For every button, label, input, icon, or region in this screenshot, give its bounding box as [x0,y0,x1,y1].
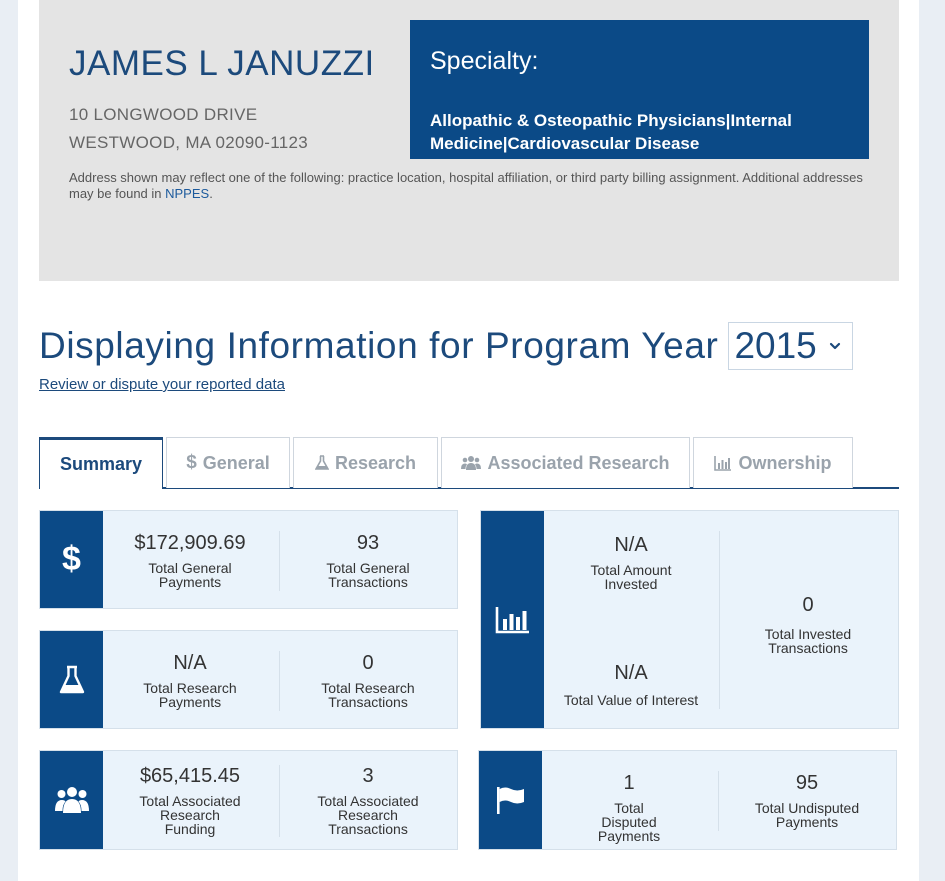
tab-general-label: General [202,452,270,473]
total-research-transactions-value: 0 [362,652,374,674]
total-research-payments: N/A Total Research Payments [120,651,260,709]
tab-research[interactable]: Research [293,437,438,488]
total-invested-transactions-label: Total Invested Transactions [764,626,852,656]
research-icon-column [40,631,103,728]
total-associated-research-transactions: 3 Total Associated Research Transactions [298,764,438,836]
tab-associated-research[interactable]: Associated Research [441,437,690,488]
total-amount-invested: N/A Total Amount Invested [561,533,701,591]
divider [279,531,280,591]
specialty-text: Allopathic & Osteopathic Physicians|Inte… [430,111,792,153]
review-dispute-link[interactable]: Review or dispute your reported data [39,376,285,393]
tab-ownership[interactable]: Ownership [693,437,853,488]
bar-chart-icon [714,455,732,471]
total-undisputed-payments: 95 Total Undisputed Payments [737,771,877,829]
total-general-payments-label: Total General Payments [148,560,232,590]
total-value-of-interest-value: N/A [614,662,648,684]
general-payments-card: $ $172,909.69 Total General Payments 93 … [39,510,458,609]
total-general-payments: $172,909.69 Total General Payments [120,531,260,589]
total-invested-transactions-value: 0 [802,594,814,616]
total-general-transactions-label: Total General Transactions [326,560,410,590]
tab-general[interactable]: $ General [166,437,290,488]
total-general-transactions: 93 Total General Transactions [298,531,438,589]
specialty-box: Specialty: Allopathic & Osteopathic Phys… [410,20,869,159]
program-year-value: 2015 [734,325,817,366]
research-payments-card: N/A Total Research Payments 0 Total Rese… [39,630,458,729]
total-disputed-payments: 1 Total Disputed Payments [559,771,699,843]
total-invested-transactions: 0 Total Invested Transactions [738,593,878,655]
divider [279,765,280,837]
program-year-select[interactable]: 2015 [728,322,854,370]
address-line-1: 10 LONGWOOD DRIVE [69,105,258,124]
tab-bar: Summary $ General Research Associated Re… [39,437,899,489]
total-research-payments-value: N/A [173,652,207,674]
total-amount-invested-value: N/A [614,534,648,556]
tab-ownership-label: Ownership [738,452,832,473]
total-undisputed-payments-label: Total Undisputed Payments [754,800,860,830]
flask-icon [314,455,329,471]
total-undisputed-payments-value: 95 [795,772,819,794]
total-disputed-payments-label: Total Disputed Payments [597,800,661,844]
divider [718,771,719,831]
total-research-payments-label: Total Research Payments [143,680,237,710]
total-associated-research-transactions-label: Total Associated Research Transactions [317,793,419,837]
address-note-end: . [209,186,213,201]
total-associated-research-funding-value: $65,415.45 [139,765,241,787]
disputes-icon-column [479,751,542,849]
disputes-card: 1 Total Disputed Payments 95 Total Undis… [478,750,897,850]
general-icon-column: $ [40,511,103,608]
total-associated-research-funding-label: Total Associated Research Funding [139,793,241,837]
total-general-transactions-value: 93 [356,532,380,554]
total-associated-research-transactions-value: 3 [362,765,374,787]
tab-associated-research-label: Associated Research [487,452,670,473]
total-research-transactions-label: Total Research Transactions [321,680,415,710]
flask-icon [59,665,84,693]
tab-summary[interactable]: Summary [39,437,163,489]
bar-chart-icon [495,606,529,633]
ownership-icon-column [481,511,544,728]
divider [279,651,280,711]
total-disputed-payments-value: 1 [623,772,635,794]
address-note: Address shown may reflect one of the fol… [69,170,869,202]
ownership-card: N/A Total Amount Invested N/A Total Valu… [480,510,899,729]
nppes-link[interactable]: NPPES [165,186,209,201]
total-associated-research-funding: $65,415.45 Total Associated Research Fun… [120,764,260,836]
program-year-row: Displaying Information for Program Year … [39,320,854,372]
users-icon [461,455,482,471]
chevron-down-icon [829,342,840,350]
total-value-of-interest-label: Total Value of Interest [563,692,699,708]
page: JAMES L JANUZZI 10 LONGWOOD DRIVE WESTWO… [18,0,919,881]
total-research-transactions: 0 Total Research Transactions [298,651,438,709]
dollar-icon: $ [186,452,197,473]
divider [719,531,720,709]
total-general-payments-value: $172,909.69 [134,532,246,554]
associated-icon-column [40,751,103,849]
tab-summary-label: Summary [59,454,143,474]
physician-header: JAMES L JANUZZI 10 LONGWOOD DRIVE WESTWO… [39,0,899,281]
total-amount-invested-label: Total Amount Invested [590,562,672,592]
address-line-2: WESTWOOD, MA 02090-1123 [69,133,308,152]
program-year-heading: Displaying Information for Program Year [39,325,719,366]
tab-research-label: Research [334,452,417,473]
physician-name: JAMES L JANUZZI [69,44,375,83]
associated-research-card: $65,415.45 Total Associated Research Fun… [39,750,458,850]
specialty-title: Specialty: [430,47,539,75]
dollar-icon: $ [62,540,81,578]
flag-icon [496,787,524,814]
total-value-of-interest: N/A Total Value of Interest [551,661,711,707]
users-icon [54,787,89,813]
